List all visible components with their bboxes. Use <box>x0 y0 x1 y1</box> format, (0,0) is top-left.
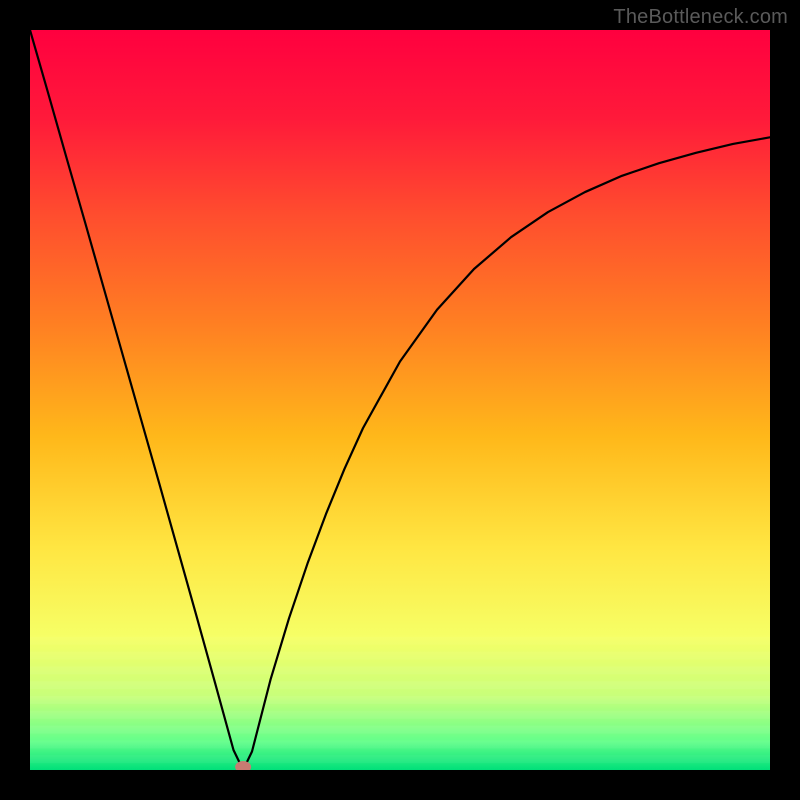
watermark-text: TheBottleneck.com <box>613 6 788 29</box>
minimum-marker <box>235 761 251 770</box>
plot-area <box>30 30 770 770</box>
bottleneck-curve <box>30 30 770 770</box>
